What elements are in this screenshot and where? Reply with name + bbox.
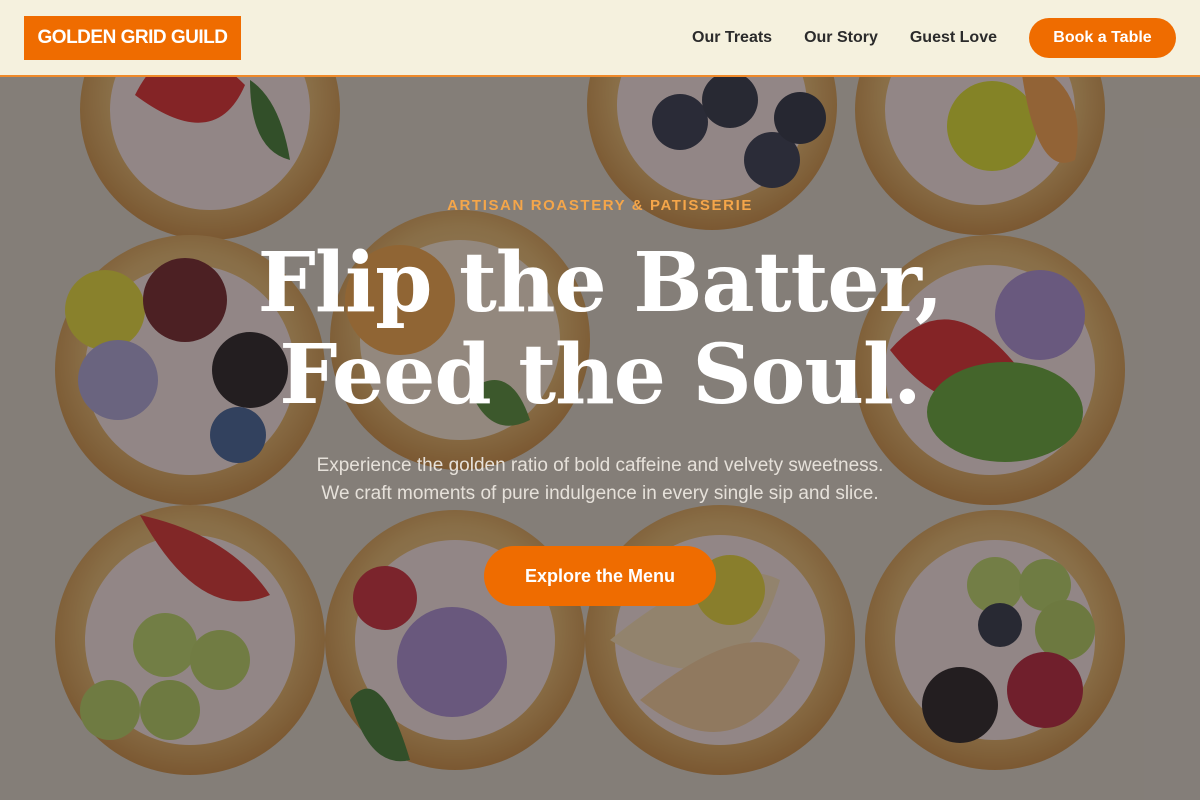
nav-link-our-treats[interactable]: Our Treats (692, 29, 772, 47)
nav-link-our-story[interactable]: Our Story (804, 29, 878, 47)
hero-subtext-line-2: We craft moments of pure indulgence in e… (321, 483, 879, 504)
hero-headline-line-2: Feed the Soul. (279, 327, 921, 423)
nav-link-guest-love[interactable]: Guest Love (910, 29, 997, 47)
hero-headline: Flip the Batter, Feed the Soul. (0, 237, 1200, 421)
hero-eyebrow: ARTISAN ROASTERY & PATISSERIE (447, 197, 753, 214)
book-table-button[interactable]: Book a Table (1029, 18, 1176, 58)
hero-subtext-line-1: Experience the golden ratio of bold caff… (316, 455, 884, 476)
nav-links: Our Treats Our Story Guest Love Book a T… (660, 18, 1176, 58)
brand-logo[interactable]: GOLDEN GRID GUILD (24, 16, 241, 60)
hero-section: ARTISAN ROASTERY & PATISSERIE Flip the B… (0, 77, 1200, 800)
hero-content: ARTISAN ROASTERY & PATISSERIE Flip the B… (0, 77, 1200, 800)
navbar: GOLDEN GRID GUILD Our Treats Our Story G… (0, 0, 1200, 77)
hero-subtext: Experience the golden ratio of bold caff… (0, 452, 1200, 508)
explore-menu-button[interactable]: Explore the Menu (484, 546, 716, 606)
hero-headline-line-1: Flip the Batter, (257, 235, 944, 331)
